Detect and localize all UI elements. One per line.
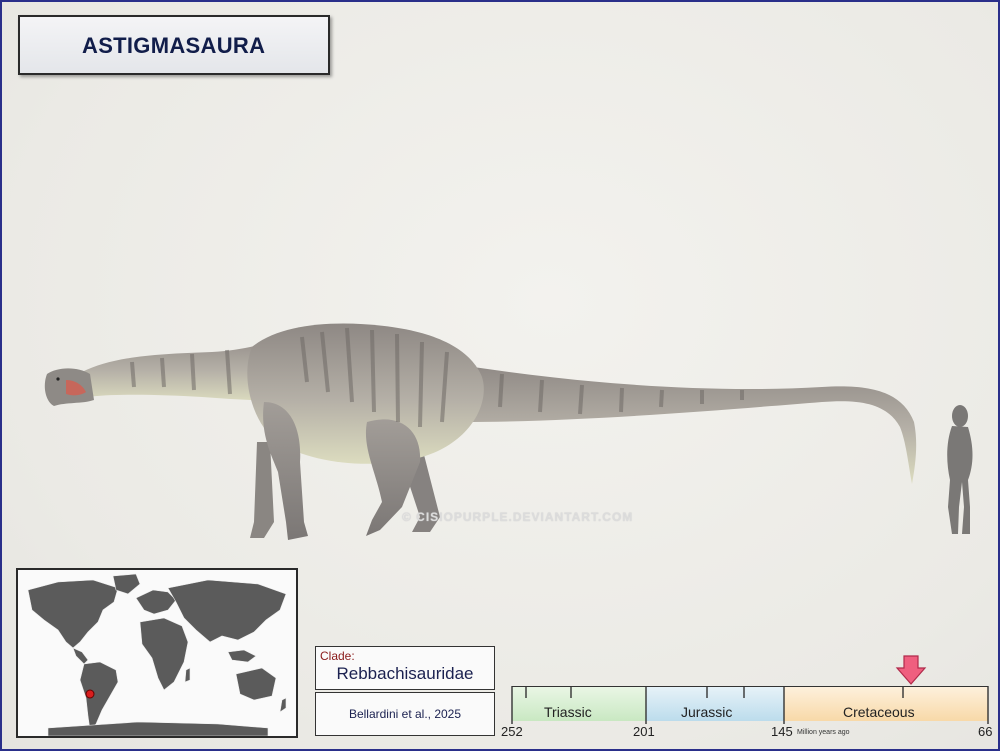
timeline-unit: Million years ago: [797, 729, 850, 736]
time-marker-arrow: [895, 655, 927, 685]
sauropod-illustration: [44, 323, 973, 540]
clade-box: Clade: Rebbachisauridae: [315, 646, 495, 690]
era-label-triassic: Triassic: [544, 704, 592, 720]
world-map-box: [16, 568, 298, 738]
clade-name: Rebbachisauridae: [336, 664, 474, 683]
tick-label-252: 252: [501, 724, 523, 739]
tick-label-145: 145: [771, 724, 793, 739]
world-map: [27, 573, 287, 736]
tick-label-201: 201: [633, 724, 655, 739]
tick-label-66: 66: [978, 724, 993, 739]
era-label-jurassic: Jurassic: [681, 704, 733, 720]
locality-dot: [85, 689, 95, 699]
authority-box: Bellardini et al., 2025: [315, 692, 495, 736]
authority-text: Bellardini et al., 2025: [348, 707, 462, 721]
era-label-cretaceous: Cretaceous: [843, 704, 915, 720]
clade-label: Clade:: [320, 649, 355, 663]
watermark: © CISIOPURPLE.DEVIANTART.COM: [402, 510, 634, 524]
human-silhouette: [947, 405, 973, 534]
page: ASTIGMASAURA © CISIOPURPLE.DEVIANTART.CO…: [0, 0, 1000, 751]
geologic-timeline: Triassic Jurassic Cretaceous 252 201 145…: [501, 682, 993, 742]
